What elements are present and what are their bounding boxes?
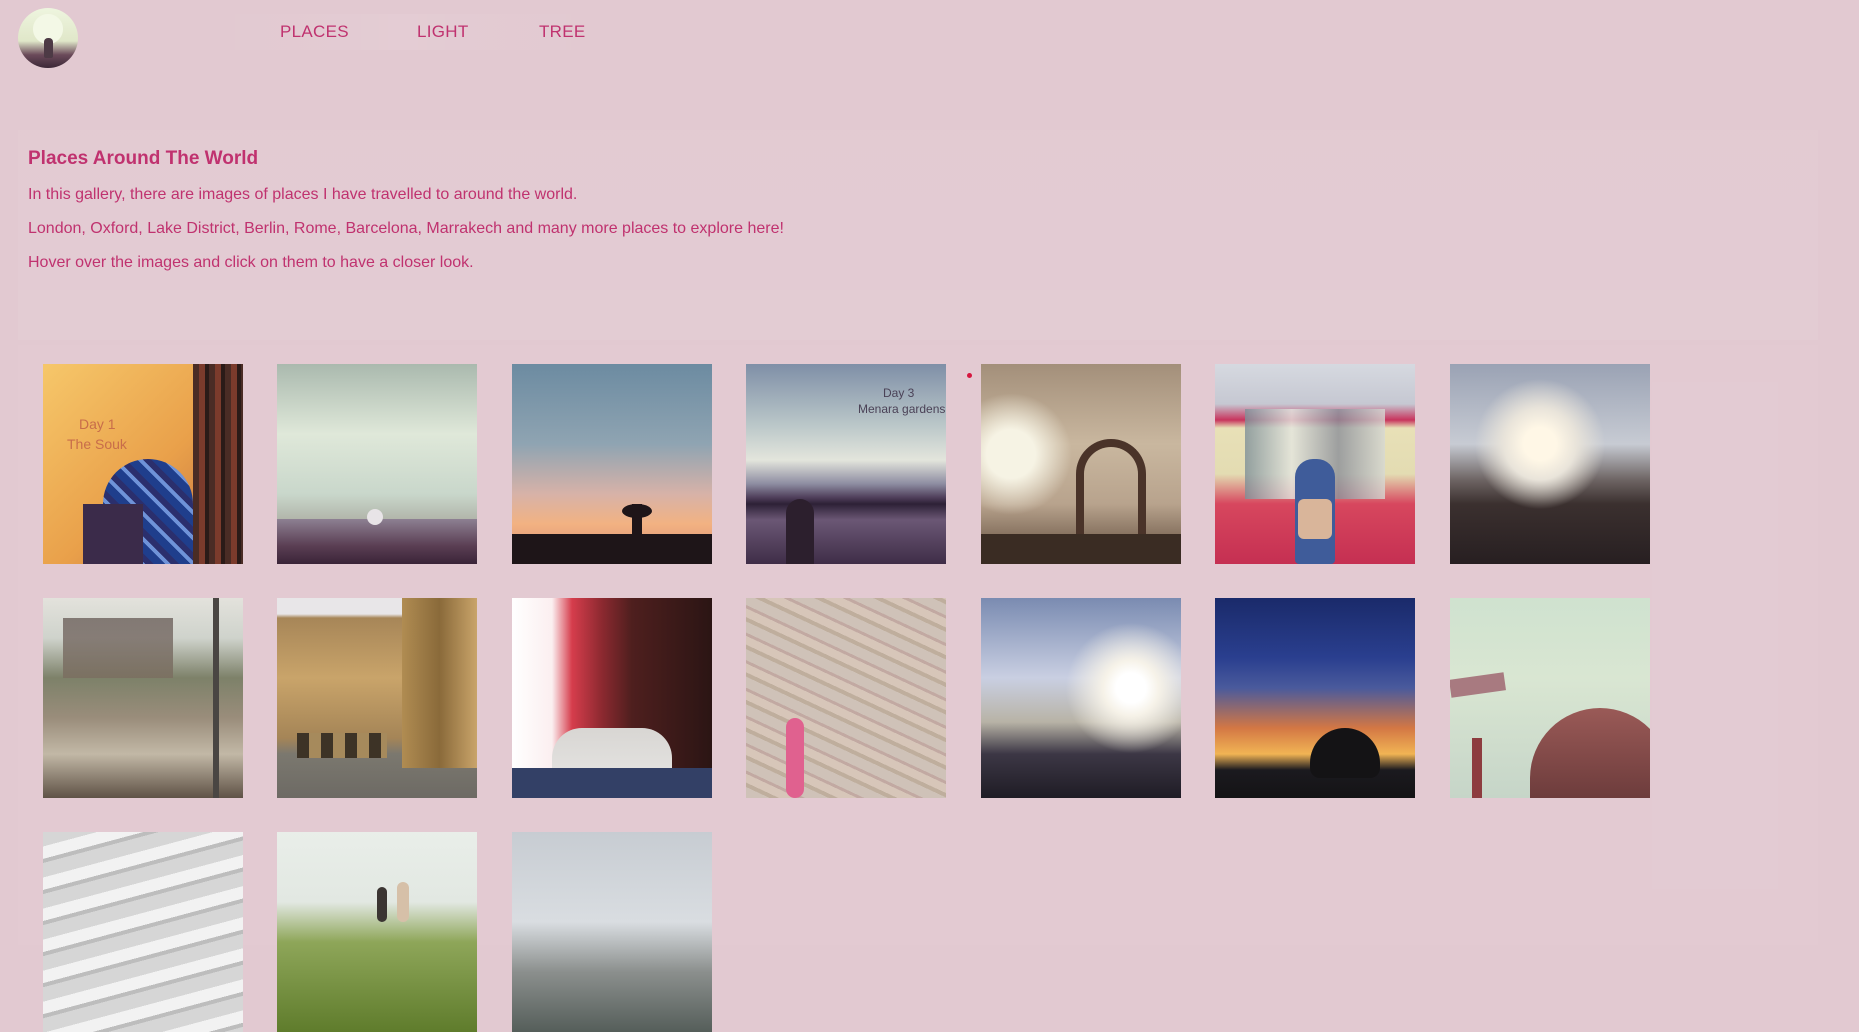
gallery-photo[interactable] (1215, 598, 1415, 798)
nav-tree[interactable]: TREE (539, 22, 586, 42)
caption-line-1: Day 1 (79, 416, 116, 432)
gallery-photo[interactable] (512, 832, 712, 1032)
intro-line-2: London, Oxford, Lake District, Berlin, R… (28, 220, 784, 237)
avatar-figure (44, 38, 53, 58)
gallery-photo[interactable] (43, 598, 243, 798)
gallery-photo[interactable] (1450, 598, 1650, 798)
gallery-photo[interactable] (746, 598, 946, 798)
gallery-photo[interactable] (277, 364, 477, 564)
gallery-photo[interactable] (981, 598, 1181, 798)
gallery-photo[interactable] (1450, 364, 1650, 564)
gallery-photo[interactable] (981, 364, 1181, 564)
gallery-photo[interactable] (1215, 364, 1415, 564)
nav-places[interactable]: PLACES (280, 22, 349, 42)
gallery-photo[interactable] (277, 598, 477, 798)
intro-section: Places Around The World In this gallery,… (18, 130, 1818, 340)
avatar[interactable] (18, 8, 78, 68)
caption-line-1: Day 3 (883, 386, 915, 400)
gallery-photo[interactable] (277, 832, 477, 1032)
gallery-photo[interactable] (43, 832, 243, 1032)
gallery-photo[interactable] (512, 598, 712, 798)
nav-light[interactable]: LIGHT (417, 22, 469, 42)
caption-line-2: Menara gardens (858, 402, 946, 416)
intro-line-1: In this gallery, there are images of pla… (28, 186, 578, 203)
gallery-photo[interactable]: Day 1 The Souk (43, 364, 243, 564)
caption-line-2: The Souk (67, 436, 127, 452)
gallery-photo[interactable] (512, 364, 712, 564)
page-title: Places Around The World (28, 148, 259, 169)
gallery-photo[interactable]: Day 3 Menara gardens (746, 364, 946, 564)
intro-line-3: Hover over the images and click on them … (28, 254, 474, 271)
red-dot-marker (967, 373, 972, 378)
top-nav: PLACES LIGHT TREE (203, 14, 603, 50)
